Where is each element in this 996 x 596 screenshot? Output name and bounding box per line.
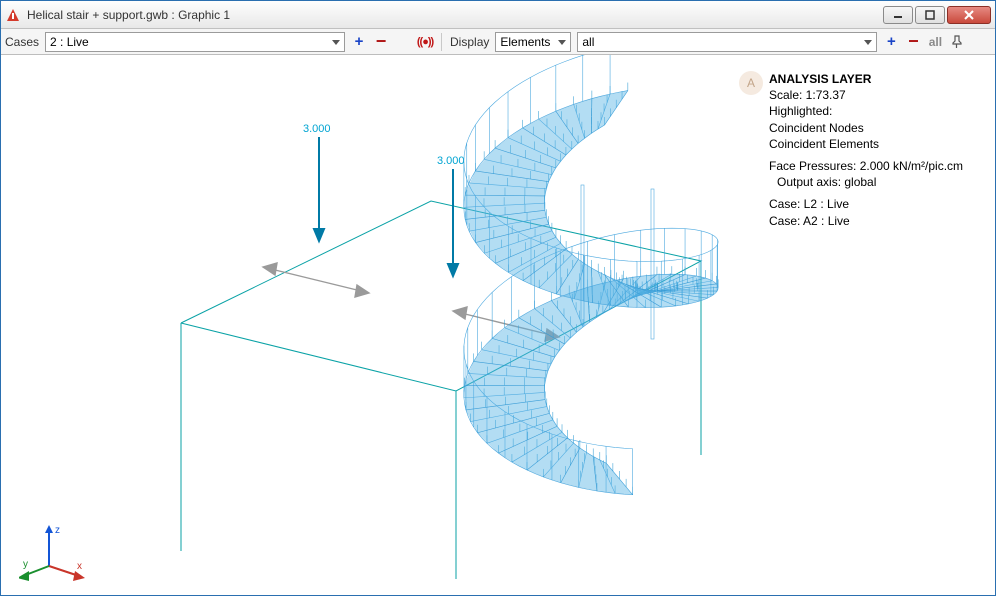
cases-label: Cases (5, 35, 39, 49)
cases-dropdown[interactable]: 2 : Live (45, 32, 345, 52)
overlay-case-l2: Case: L2 : Live (769, 196, 985, 212)
axis-triad: z x y (19, 521, 89, 581)
chevron-down-icon (332, 40, 340, 45)
app-icon (5, 7, 21, 23)
remove-case-button[interactable]: − (373, 33, 389, 51)
all-button[interactable]: all (927, 33, 943, 51)
pin-icon[interactable] (949, 33, 965, 51)
remove-filter-button[interactable]: − (905, 33, 921, 51)
add-case-button[interactable]: + (351, 33, 367, 51)
cases-value: 2 : Live (50, 35, 89, 49)
toolbar: Cases 2 : Live + − ((●)) Display Element… (1, 29, 995, 55)
display-label: Display (450, 35, 489, 49)
separator (441, 33, 442, 51)
info-overlay: ANALYSIS LAYER Scale: 1:73.37 Highlighte… (769, 71, 985, 229)
overlay-scale: Scale: 1:73.37 (769, 87, 985, 103)
filter-dropdown[interactable]: all (577, 32, 877, 52)
broadcast-icon[interactable]: ((●)) (417, 33, 433, 51)
content-area: 3.000 3.000 (1, 55, 995, 595)
overlay-case-a2: Case: A2 : Live (769, 213, 985, 229)
graphics-viewport[interactable]: 3.000 3.000 (1, 55, 995, 595)
close-button[interactable] (947, 6, 991, 24)
chevron-down-icon (864, 40, 872, 45)
add-filter-button[interactable]: + (883, 33, 899, 51)
display-dropdown[interactable]: Elements (495, 32, 571, 52)
layer-badge[interactable]: A (739, 71, 763, 95)
chevron-down-icon (558, 40, 566, 45)
svg-text:x: x (77, 561, 82, 572)
svg-text:z: z (55, 525, 60, 536)
window-title: Helical stair + support.gwb : Graphic 1 (27, 8, 881, 22)
filter-value: all (582, 35, 594, 49)
overlay-face-pressures: Face Pressures: 2.000 kN/m²/pic.cm (769, 158, 985, 174)
overlay-highlighted: Highlighted: (769, 103, 985, 119)
titlebar: Helical stair + support.gwb : Graphic 1 (1, 1, 995, 29)
minimize-button[interactable] (883, 6, 913, 24)
contract-icon[interactable] (395, 33, 411, 51)
maximize-button[interactable] (915, 6, 945, 24)
overlay-title: ANALYSIS LAYER (769, 71, 985, 87)
window-buttons (881, 6, 991, 24)
overlay-output-axis: Output axis: global (769, 174, 985, 190)
overlay-coincident-elements: Coincident Elements (769, 136, 985, 152)
svg-text:y: y (23, 559, 28, 570)
display-value: Elements (500, 35, 550, 49)
overlay-coincident-nodes: Coincident Nodes (769, 120, 985, 136)
